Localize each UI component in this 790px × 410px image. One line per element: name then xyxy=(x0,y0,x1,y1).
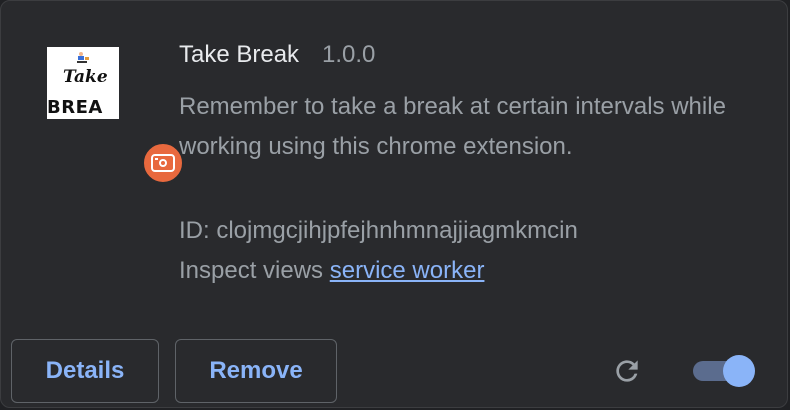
extension-version: 1.0.0 xyxy=(322,41,376,68)
enable-toggle[interactable] xyxy=(691,355,757,387)
extension-name: Take Break xyxy=(179,41,300,68)
extension-logo: Take BREA xyxy=(47,47,185,185)
extension-description: Remember to take a break at certain inte… xyxy=(179,93,726,160)
remove-button[interactable]: Remove xyxy=(175,339,337,403)
extension-card: Take BREA Take Break 1.0.0 Remember to t… xyxy=(0,0,788,408)
extension-id: ID: clojmgcjihjpfejhnhmnajjiagmkmcin xyxy=(179,217,578,244)
service-worker-link[interactable]: service worker xyxy=(330,257,485,284)
person-illustration-icon xyxy=(77,52,89,63)
logo-text-break: BREA xyxy=(47,97,103,118)
inspect-views-label: Inspect views xyxy=(179,257,324,284)
details-button[interactable]: Details xyxy=(11,339,159,403)
inspect-views: Inspect views service worker xyxy=(179,255,484,287)
toggle-knob xyxy=(723,355,755,387)
reload-icon[interactable] xyxy=(607,351,647,391)
logo-text-take: Take xyxy=(63,67,108,87)
